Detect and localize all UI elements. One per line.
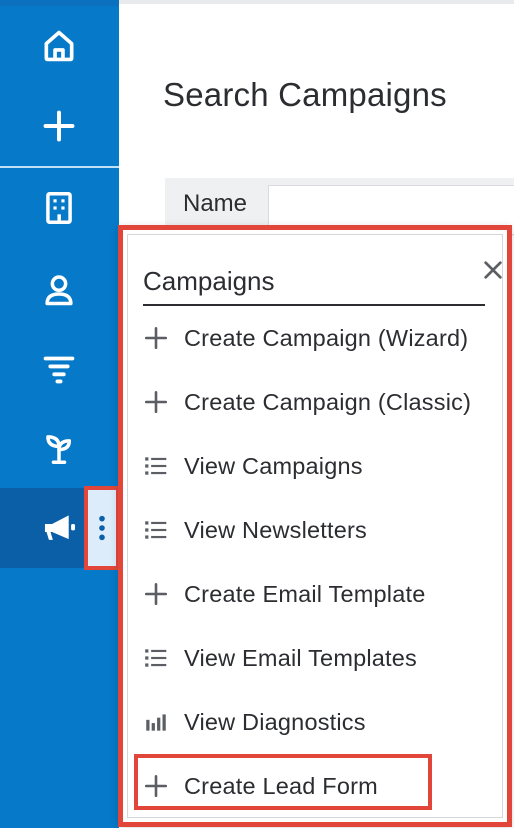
filter-name-label: Name [183,190,248,217]
sidebar-item-quick-create[interactable] [0,96,119,156]
menu-item-label: Create Campaign (Wizard) [184,324,469,351]
menu-item-label: View Campaigns [184,452,363,479]
sidebar-item-opportunities[interactable] [0,418,119,478]
menu-item-label: Create Email Template [184,580,426,607]
top-bar [119,0,514,4]
sidebar-item-accounts[interactable] [0,178,119,238]
list-icon [141,643,171,673]
sprout-icon [46,435,72,464]
menu-item-view-diagnostics[interactable]: View Diagnostics [141,702,501,742]
menu-item-view-campaigns[interactable]: View Campaigns [141,446,501,486]
close-icon [484,261,502,279]
menu-close-button[interactable] [479,256,507,284]
menu-item-create-campaign-wizard[interactable]: Create Campaign (Wizard) [141,318,501,358]
plus-icon [43,110,75,142]
menu-item-label: Create Lead Form [184,772,378,799]
plus-icon [141,579,171,609]
bar-chart-icon [141,707,171,737]
kebab-icon [99,515,105,541]
person-icon [45,275,73,306]
sidebar-item-contacts[interactable] [0,260,119,320]
menu-item-view-email-templates[interactable]: View Email Templates [141,638,501,678]
menu-title: Campaigns [143,266,275,296]
menu-title-underline [143,304,485,306]
menu-item-create-campaign-classic[interactable]: Create Campaign (Classic) [141,382,501,422]
campaigns-more-button[interactable] [84,486,120,570]
campaigns-menu: Campaigns Create Campaign (Wizard) Creat… [118,225,512,827]
plus-icon [141,771,171,801]
home-icon [44,30,74,62]
plus-icon [141,387,171,417]
menu-item-label: View Email Templates [184,644,418,671]
menu-item-label: Create Campaign (Classic) [184,388,472,415]
menu-item-create-lead-form[interactable]: Create Lead Form [141,766,501,806]
funnel-icon [43,356,75,384]
megaphone-icon [44,515,76,540]
page-title: Search Campaigns [163,76,447,113]
menu-item-label: View Newsletters [184,516,367,543]
plus-icon [141,323,171,353]
menu-item-view-newsletters[interactable]: View Newsletters [141,510,501,550]
sidebar-divider [0,166,119,168]
menu-item-create-email-template[interactable]: Create Email Template [141,574,501,614]
sidebar-nav [0,0,119,828]
menu-item-label: View Diagnostics [184,708,366,735]
sidebar-top-edge [0,0,119,6]
list-icon [141,515,171,545]
list-icon [141,451,171,481]
sidebar-item-home[interactable] [0,16,119,76]
building-icon [46,192,72,224]
sidebar-item-leads[interactable] [0,338,119,398]
